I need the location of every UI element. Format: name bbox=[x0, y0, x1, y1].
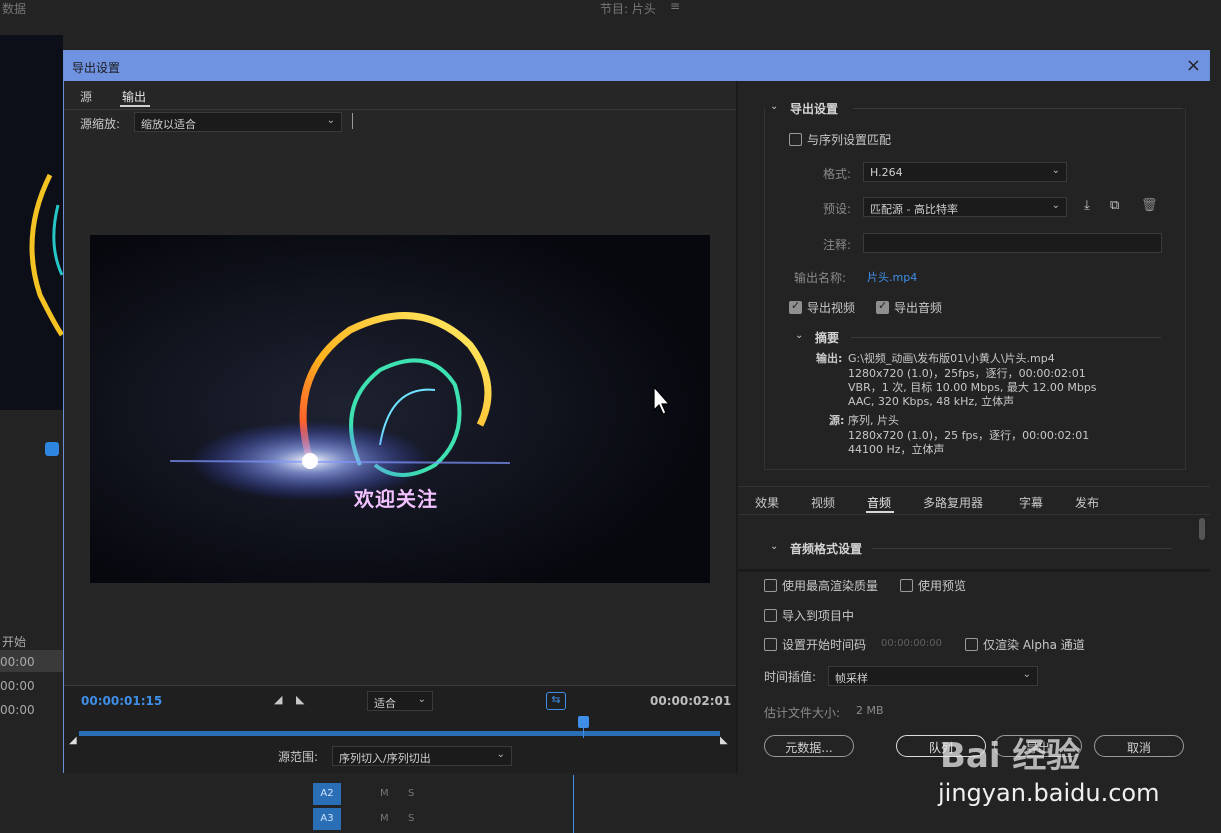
fit-select[interactable]: 适合 ⌄ bbox=[367, 691, 433, 711]
delete-preset-icon[interactable]: 🗑 bbox=[1141, 198, 1158, 213]
summary-source-line: 44100 Hz，立体声 bbox=[848, 443, 945, 456]
tab-effects[interactable]: 效果 bbox=[755, 494, 779, 511]
settings-pane: ⌄ 导出设置 与序列设置匹配 格式: H.264 ⌄ 预设: 匹配源 - 高比特率… bbox=[738, 81, 1210, 773]
time-interp-select[interactable]: 帧采样 ⌄ bbox=[828, 666, 1038, 686]
left-panel-title: 数据 bbox=[2, 2, 27, 16]
set-start-timecode-checkbox[interactable] bbox=[764, 638, 777, 651]
source-preview-thumb bbox=[0, 35, 65, 410]
start-timecode-value[interactable]: 00:00:00:00 bbox=[881, 638, 942, 649]
preset-select[interactable]: 匹配源 - 高比特率 ⌄ bbox=[863, 197, 1067, 217]
chevron-down-icon: ⌄ bbox=[1051, 200, 1060, 211]
audio-format-title: 音频格式设置 bbox=[790, 542, 863, 556]
metadata-button[interactable]: 元数据... bbox=[764, 735, 854, 757]
alpha-only-checkbox[interactable] bbox=[965, 638, 978, 651]
summary-output-line: G:\视频_动画\发布版01\小黄人\片头.mp4 bbox=[848, 352, 1055, 365]
summary-output-label: 输出: bbox=[816, 352, 843, 365]
watermark-brand: Bai 经验 bbox=[940, 736, 1081, 776]
current-timecode[interactable]: 00:00:01:15 bbox=[81, 694, 162, 708]
timeline-bar[interactable] bbox=[79, 731, 720, 736]
max-render-checkbox[interactable] bbox=[764, 579, 777, 592]
tab-multiplexer[interactable]: 多路复用器 bbox=[923, 494, 983, 511]
collapse-icon[interactable]: ⌄ bbox=[770, 541, 778, 552]
list-row: 00:00 bbox=[0, 679, 35, 693]
collapse-icon[interactable]: ⌄ bbox=[795, 330, 803, 341]
format-label: 格式: bbox=[823, 167, 852, 181]
use-preview-checkbox[interactable] bbox=[900, 579, 913, 592]
solo-button[interactable]: S bbox=[408, 813, 414, 824]
timeline-playhead bbox=[573, 775, 574, 833]
max-render-label: 使用最高渲染质量 bbox=[782, 579, 879, 593]
source-range-label: 源范围: bbox=[278, 750, 319, 764]
comment-label: 注释: bbox=[823, 238, 852, 252]
export-audio-checkbox[interactable] bbox=[876, 299, 889, 314]
in-point-marker[interactable]: ◢ bbox=[69, 735, 77, 746]
baidu-watermark: Bai 经验 bbox=[940, 700, 1180, 776]
source-range-select[interactable]: 序列切入/序列切出 ⌄ bbox=[332, 746, 512, 766]
end-timecode: 00:00:02:01 bbox=[650, 694, 732, 708]
match-sequence-checkbox[interactable] bbox=[789, 133, 802, 146]
export-video-checkbox[interactable] bbox=[789, 299, 802, 314]
dialog-titlebar[interactable]: 导出设置 × bbox=[64, 51, 1209, 81]
chevron-down-icon: ⌄ bbox=[496, 749, 505, 760]
chevron-down-icon: ⌄ bbox=[1051, 165, 1060, 176]
track-a2[interactable]: A2 bbox=[313, 783, 341, 805]
summary-output-line: AAC, 320 Kbps, 48 kHz, 立体声 bbox=[848, 395, 1015, 408]
summary-source-label: 源: bbox=[829, 414, 845, 427]
time-interp-label: 时间插值: bbox=[764, 670, 817, 684]
tab-captions[interactable]: 字幕 bbox=[1019, 494, 1043, 511]
tab-source[interactable]: 源 bbox=[80, 88, 92, 105]
close-icon[interactable]: × bbox=[1186, 55, 1201, 76]
use-preview-label: 使用预览 bbox=[918, 579, 967, 593]
dialog-title: 导出设置 bbox=[72, 61, 121, 75]
summary-title: 摘要 bbox=[815, 331, 840, 345]
import-project-checkbox[interactable] bbox=[764, 609, 777, 622]
output-name-link[interactable]: 片头.mp4 bbox=[867, 269, 917, 285]
program-panel-title: 节目: 片头 bbox=[600, 2, 656, 16]
tab-output[interactable]: 输出 bbox=[122, 88, 146, 105]
video-preview[interactable]: 欢迎关注 bbox=[90, 235, 710, 583]
set-in-point-icon[interactable]: ◢ bbox=[274, 693, 282, 706]
set-start-timecode-label: 设置开始时间码 bbox=[782, 638, 867, 652]
list-header: 开始 bbox=[2, 635, 27, 649]
mute-button[interactable]: M bbox=[380, 813, 389, 824]
format-select[interactable]: H.264 ⌄ bbox=[863, 162, 1067, 182]
tab-audio[interactable]: 音频 bbox=[867, 494, 891, 511]
solo-button[interactable]: S bbox=[408, 788, 414, 799]
preview-caption: 欢迎关注 bbox=[354, 487, 438, 511]
export-audio-label: 导出音频 bbox=[894, 301, 943, 315]
watermark-url: jingyan.baidu.com bbox=[938, 779, 1160, 807]
playhead-marker[interactable] bbox=[45, 442, 59, 456]
output-name-label: 输出名称: bbox=[794, 271, 847, 285]
export-video-label: 导出视频 bbox=[807, 301, 856, 315]
source-scale-label: 源缩放: bbox=[80, 117, 121, 131]
import-project-label: 导入到项目中 bbox=[782, 609, 855, 623]
chevron-down-icon: ⌄ bbox=[417, 694, 426, 705]
match-sequence-label: 与序列设置匹配 bbox=[807, 133, 892, 147]
mute-button[interactable]: M bbox=[380, 788, 389, 799]
preset-label: 预设: bbox=[823, 202, 852, 216]
tab-publish[interactable]: 发布 bbox=[1075, 494, 1099, 511]
save-preset-icon[interactable]: ⤓ bbox=[1084, 198, 1090, 213]
panel-menu-icon[interactable]: ≡ bbox=[670, 0, 680, 13]
summary-source-line: 序列, 片头 bbox=[848, 414, 899, 427]
alpha-only-label: 仅渲染 Alpha 通道 bbox=[983, 638, 1085, 652]
import-preset-icon[interactable]: ⧉ bbox=[1110, 198, 1119, 213]
mouse-cursor-icon bbox=[653, 385, 671, 419]
list-row: 00:00 bbox=[0, 655, 35, 669]
list-row: 00:00 bbox=[0, 703, 35, 717]
aspect-correction-icon[interactable]: ⇆ bbox=[546, 692, 566, 710]
chevron-down-icon: ⌄ bbox=[326, 115, 335, 126]
out-point-marker[interactable]: ◣ bbox=[720, 735, 728, 746]
scrollbar-thumb[interactable] bbox=[1199, 518, 1205, 540]
comment-input[interactable] bbox=[863, 233, 1162, 253]
chevron-down-icon: ⌄ bbox=[1022, 669, 1031, 680]
preview-pane: 源 输出 源缩放: 缩放以适合 ⌄ 欢迎关注 00:00:01:15 ◢ ◣ 适… bbox=[64, 81, 736, 773]
set-out-point-icon[interactable]: ◣ bbox=[296, 693, 304, 706]
export-settings-dialog: 导出设置 × 源 输出 源缩放: 缩放以适合 ⌄ 欢迎关注 00:00:01:1… bbox=[63, 50, 1210, 773]
file-size-value: 2 MB bbox=[856, 704, 884, 717]
tab-video[interactable]: 视频 bbox=[811, 494, 835, 511]
track-a3[interactable]: A3 bbox=[313, 808, 341, 830]
source-scale-select[interactable]: 缩放以适合 ⌄ bbox=[134, 112, 342, 132]
file-size-label: 估计文件大小: bbox=[764, 706, 841, 720]
